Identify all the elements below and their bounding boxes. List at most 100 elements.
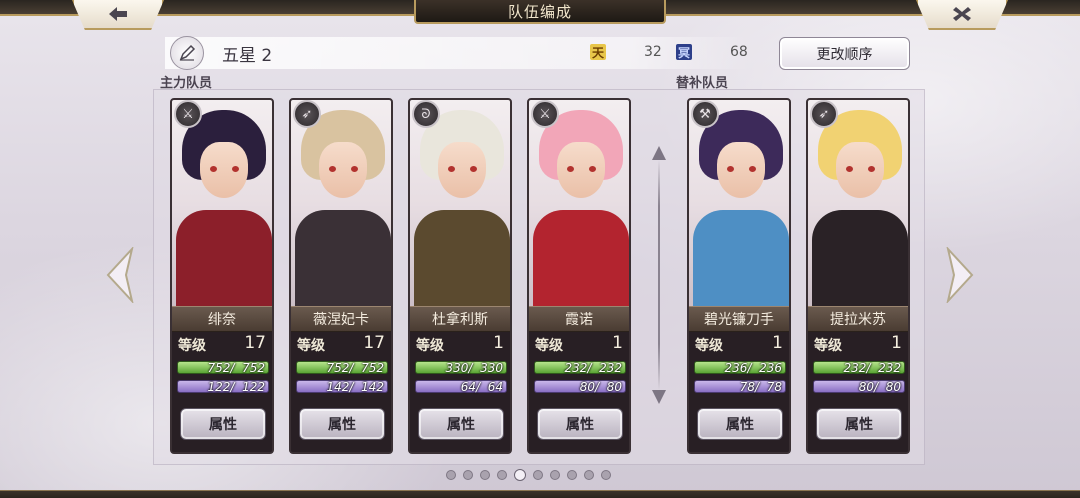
attribute-button[interactable]: 属性 xyxy=(816,408,902,440)
mp-bar: 80/ 80 xyxy=(534,380,626,394)
bow-icon: ➶ xyxy=(810,100,838,128)
reorder-button[interactable]: 更改顺序 xyxy=(779,37,910,70)
heaven-icon: 天 xyxy=(590,44,606,60)
hp-value: 752/ 752 xyxy=(207,361,265,375)
character-name: 霞诺 xyxy=(529,306,629,332)
level-label: 等级 xyxy=(416,338,444,354)
hp-value: 232/ 232 xyxy=(843,361,901,375)
character-portrait xyxy=(410,100,510,310)
swap-divider xyxy=(652,140,666,410)
mp-value: 78/ 78 xyxy=(739,380,782,394)
character-stats: 等级 17 752/ 752 122/ 122 属性 xyxy=(172,332,272,452)
mp-value: 80/ 80 xyxy=(579,380,622,394)
attribute-button[interactable]: 属性 xyxy=(299,408,385,440)
mp-value: 122/ 122 xyxy=(207,380,265,394)
attribute-button[interactable]: 属性 xyxy=(697,408,783,440)
hell-value: 68 xyxy=(730,44,748,60)
character-card[interactable]: ⚔ 霞诺 等级 1 232/ 232 80/ 80 属性 xyxy=(527,98,631,454)
character-portrait xyxy=(291,100,391,310)
page-dot[interactable] xyxy=(601,470,611,480)
hp-bar: 330/ 330 xyxy=(415,361,507,375)
page-dot[interactable] xyxy=(533,470,543,480)
attribute-button[interactable]: 属性 xyxy=(180,408,266,440)
mp-bar: 78/ 78 xyxy=(694,380,786,394)
hp-bar: 232/ 232 xyxy=(534,361,626,375)
character-name: 提拉米苏 xyxy=(808,306,908,332)
character-portrait xyxy=(808,100,908,310)
character-card[interactable]: ᘐ 杜拿利斯 等级 1 330/ 330 64/ 64 属性 xyxy=(408,98,512,454)
swap-down-arrow-icon xyxy=(652,390,666,404)
mp-bar: 142/ 142 xyxy=(296,380,388,394)
character-portrait xyxy=(172,100,272,310)
hp-bar: 752/ 752 xyxy=(296,361,388,375)
hp-bar: 236/ 236 xyxy=(694,361,786,375)
hp-value: 330/ 330 xyxy=(445,361,503,375)
sword-icon: ⚔ xyxy=(174,100,202,128)
character-portrait xyxy=(689,100,789,310)
edit-name-button[interactable] xyxy=(170,36,204,70)
back-button[interactable] xyxy=(72,0,164,30)
character-stats: 等级 1 236/ 236 78/ 78 属性 xyxy=(689,332,789,452)
character-stats: 等级 1 232/ 232 80/ 80 属性 xyxy=(529,332,629,452)
hp-bar: 752/ 752 xyxy=(177,361,269,375)
page-dot[interactable] xyxy=(446,470,456,480)
level-value: 17 xyxy=(363,333,385,353)
page-dot[interactable] xyxy=(480,470,490,480)
mp-bar: 64/ 64 xyxy=(415,380,507,394)
character-stats: 等级 17 752/ 752 142/ 142 属性 xyxy=(291,332,391,452)
level-label: 等级 xyxy=(695,338,723,354)
level-label: 等级 xyxy=(814,338,842,354)
bow-icon: ➶ xyxy=(293,100,321,128)
pen-icon xyxy=(179,44,196,61)
character-name: 薇涅妃卡 xyxy=(291,306,391,332)
heaven-value: 32 xyxy=(644,44,662,60)
next-page-arrow-icon[interactable] xyxy=(944,247,976,303)
level-value: 1 xyxy=(772,333,783,353)
level-label: 等级 xyxy=(535,338,563,354)
character-stats: 等级 1 330/ 330 64/ 64 属性 xyxy=(410,332,510,452)
mp-value: 64/ 64 xyxy=(460,380,503,394)
page-dot[interactable] xyxy=(497,470,507,480)
hell-icon: 冥 xyxy=(676,44,692,60)
level-label: 等级 xyxy=(297,338,325,354)
character-card[interactable]: ➶ 薇涅妃卡 等级 17 752/ 752 142/ 142 属性 xyxy=(289,98,393,454)
axe-icon: ⚒ xyxy=(691,100,719,128)
mp-value: 142/ 142 xyxy=(326,380,384,394)
level-value: 1 xyxy=(891,333,902,353)
level-label: 等级 xyxy=(178,338,206,354)
level-value: 1 xyxy=(612,333,623,353)
page-indicator xyxy=(446,468,636,482)
back-arrow-icon xyxy=(109,7,127,21)
prev-page-arrow-icon[interactable] xyxy=(104,247,136,303)
attribute-button[interactable]: 属性 xyxy=(418,408,504,440)
bottom-frame xyxy=(0,490,1080,498)
attribute-button[interactable]: 属性 xyxy=(537,408,623,440)
character-card[interactable]: ⚒ 碧光镰刀手 等级 1 236/ 236 78/ 78 属性 xyxy=(687,98,791,454)
page-dot[interactable] xyxy=(514,469,526,481)
team-name: 五星 2 xyxy=(222,46,273,66)
character-card[interactable]: ⚔ 绯奈 等级 17 752/ 752 122/ 122 属性 xyxy=(170,98,274,454)
character-card[interactable]: ➶ 提拉米苏 等级 1 232/ 232 80/ 80 属性 xyxy=(806,98,910,454)
character-name: 杜拿利斯 xyxy=(410,306,510,332)
page-dot[interactable] xyxy=(463,470,473,480)
close-button[interactable] xyxy=(916,0,1008,30)
hp-value: 236/ 236 xyxy=(724,361,782,375)
page-dot[interactable] xyxy=(584,470,594,480)
whip-icon: ᘐ xyxy=(412,100,440,128)
sword-icon: ⚔ xyxy=(531,100,559,128)
swap-up-arrow-icon xyxy=(652,146,666,160)
character-name: 碧光镰刀手 xyxy=(689,306,789,332)
page-title: 队伍编成 xyxy=(414,0,666,24)
mp-value: 80/ 80 xyxy=(858,380,901,394)
page-dot[interactable] xyxy=(550,470,560,480)
character-name: 绯奈 xyxy=(172,306,272,332)
mp-bar: 122/ 122 xyxy=(177,380,269,394)
close-icon xyxy=(953,7,971,21)
hp-bar: 232/ 232 xyxy=(813,361,905,375)
level-value: 1 xyxy=(493,333,504,353)
mp-bar: 80/ 80 xyxy=(813,380,905,394)
page-dot[interactable] xyxy=(567,470,577,480)
hp-value: 232/ 232 xyxy=(564,361,622,375)
level-value: 17 xyxy=(244,333,266,353)
character-stats: 等级 1 232/ 232 80/ 80 属性 xyxy=(808,332,908,452)
